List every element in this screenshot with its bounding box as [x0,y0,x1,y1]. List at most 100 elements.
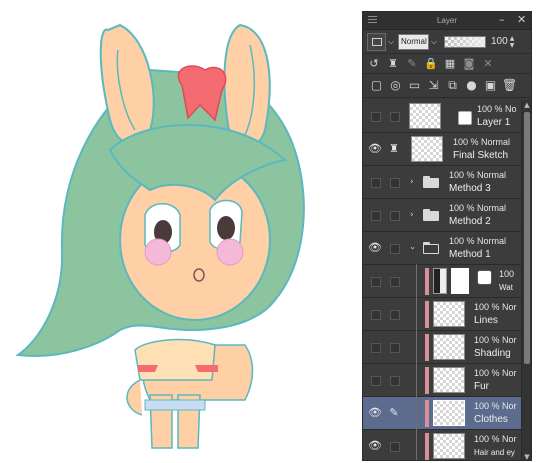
layer-row-clothes[interactable]: 👁 ✎ 100 % Nor Clothes [363,396,521,431]
layer-thumbnail [411,136,443,162]
layer-row-hair-and-eyes[interactable]: 👁 100 % Nor Hair and ey [363,429,521,460]
visibility-toggle[interactable] [371,112,381,122]
minimize-icon[interactable]: – [499,14,505,26]
layer-name: Shading [474,348,511,359]
layer-row-lines[interactable]: 100 % Nor Lines [363,297,521,332]
layer-row-layer-1[interactable]: 100 % Normal Layer 1 [363,100,521,133]
clip-to-layer-below-icon[interactable]: ↺ [367,57,381,71]
clipping-indicator [425,301,429,328]
opacity-spinner-icon[interactable]: ▲ ▼ [510,35,518,49]
eye-icon[interactable]: 👁 [368,242,382,254]
layer-opacity-mode: 100 % Normal [449,236,507,246]
edit-status-toggle[interactable] [390,178,400,188]
edit-status-toggle[interactable] [390,442,400,452]
edit-status-toggle[interactable] [390,277,400,287]
layer-row-method-1[interactable]: 👁 › 100 % Normal Method 1 [363,232,521,265]
chevron-right-icon[interactable]: › [410,177,414,187]
reference-layer-icon[interactable]: ♜ [386,57,400,71]
layer-thumbnail [433,400,465,426]
blend-mode-select[interactable]: Normal [398,33,429,50]
drawing-canvas[interactable] [0,0,362,463]
panel-title: Layer [436,16,457,25]
visibility-toggle[interactable] [371,310,381,320]
layer-name: Final Sketch [453,150,509,161]
layer-name: Fur [474,381,489,392]
apply-mask-icon[interactable]: ▣ [483,78,498,93]
visibility-toggle[interactable] [371,211,381,221]
layer-thumbnail [433,433,465,459]
folder-guide-line [416,264,417,299]
chevron-down-icon[interactable]: ⌵ [388,37,396,47]
layer-opacity-mode: 100 [499,269,515,279]
close-icon[interactable]: ✕ [517,14,526,26]
lock-transparency-icon[interactable]: ▦ [443,57,457,71]
layer-name: Method 3 [449,183,491,194]
combine-layers-icon[interactable]: ⧉ [445,78,460,93]
chevron-right-icon[interactable]: › [410,210,414,220]
visibility-toggle[interactable] [371,376,381,386]
layer-name: Method 2 [449,216,491,227]
layer-thumbnail [433,367,465,393]
clipping-indicator [425,400,429,427]
clipping-indicator [425,367,429,394]
layer-opacity-mode: 100 % Normal [453,137,511,147]
layer-row-wat[interactable]: 100 Wat [363,264,521,299]
transfer-to-lower-layer-icon[interactable]: ⇲ [426,78,441,93]
chevron-down-icon[interactable]: › [407,246,417,250]
opacity-slider[interactable] [444,35,486,48]
chevron-down-icon[interactable]: ⌵ [431,37,439,47]
vector-layer-icon [458,111,472,125]
folder-guide-line [416,363,417,398]
layer-panel-titlebar[interactable]: Layer – ✕ [363,12,531,30]
draft-layer-icon[interactable]: ✎ [405,57,419,71]
enable-mask-icon[interactable]: ◙ [462,57,476,71]
folder-icon [423,209,439,221]
scrollbar-thumb[interactable] [524,112,530,364]
mask-thumbnail [451,268,469,294]
pen-edit-icon[interactable]: ✎ [387,406,401,420]
folder-guide-line [416,429,417,460]
mask-options-icon[interactable]: ✕ [481,57,495,71]
layer-thumbnail [409,103,441,129]
layer-row-method-3[interactable]: › 100 % Normal Method 3 [363,166,521,199]
eye-icon[interactable]: 👁 [368,440,382,452]
edit-status-toggle[interactable] [390,211,400,221]
edit-status-toggle[interactable] [390,112,400,122]
layer-opacity-mode: 100 % Nor [474,302,517,312]
visibility-toggle[interactable] [371,277,381,287]
layer-row-final-sketch[interactable]: 👁 ♜ 100 % Normal Final Sketch [363,133,521,166]
edit-status-toggle[interactable] [390,244,400,254]
delete-layer-icon[interactable]: 🗑 [502,78,517,93]
scroll-up-icon[interactable]: ▲ [522,100,531,110]
folder-icon [423,176,439,188]
clipping-indicator [425,334,429,361]
eye-icon[interactable]: 👁 [368,143,382,155]
layer-panel: Layer – ✕ ⌵ Normal ⌵ 100 ▲ ▼ ↺ ♜ ✎ 🔒 ▦ ◙ … [362,11,532,461]
new-folder-icon[interactable]: ▭ [407,78,422,93]
edit-status-toggle[interactable] [390,376,400,386]
visibility-toggle[interactable] [371,178,381,188]
layer-row-fur[interactable]: 100 % Nor Fur [363,363,521,398]
new-vector-layer-icon[interactable]: ◎ [388,78,403,93]
new-raster-layer-icon[interactable]: ▢ [369,78,384,93]
layer-row-shading[interactable]: 100 % Nor Shading [363,330,521,365]
lock-layer-icon[interactable]: 🔒 [424,57,438,71]
eye-icon[interactable]: 👁 [368,407,382,419]
create-layer-mask-icon[interactable]: ● [464,78,479,93]
layer-opacity-mode: 100 % Nor [474,368,517,378]
layer-row-method-2[interactable]: › 100 % Normal Method 2 [363,199,521,232]
clipping-indicator [425,433,429,460]
layer-list-scrollbar[interactable]: ▲ ▼ [521,100,531,460]
scroll-down-icon[interactable]: ▼ [522,452,531,460]
layer-opacity-mode: 100 % Nor [474,401,517,411]
edit-status-toggle[interactable] [390,343,400,353]
folder-guide-line [416,330,417,365]
layer-property-button[interactable] [367,32,386,51]
layer-thumbnail [433,268,447,294]
opacity-value[interactable]: 100 [491,36,508,47]
visibility-toggle[interactable] [371,343,381,353]
edit-status-toggle[interactable] [390,310,400,320]
layer-name: Method 1 [449,249,491,260]
drag-grip-icon[interactable] [368,16,377,25]
reference-layer-icon[interactable]: ♜ [387,142,401,156]
